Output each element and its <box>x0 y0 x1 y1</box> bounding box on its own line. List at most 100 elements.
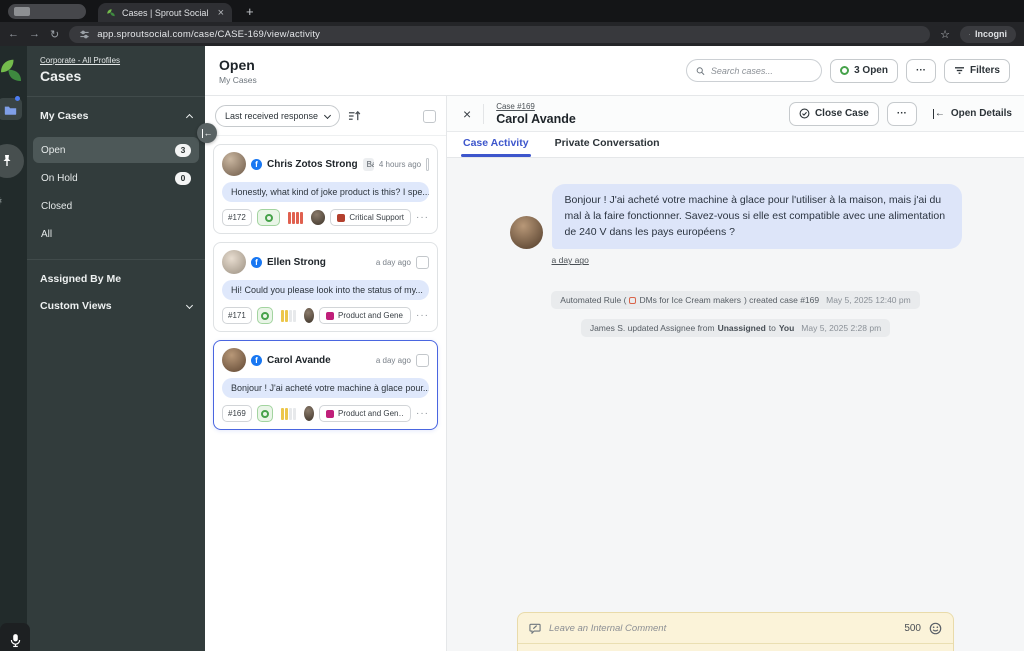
case-detail-panel: × Case #169 Carol Avande Close Case ··· … <box>447 96 1024 651</box>
search-icon <box>696 66 705 75</box>
sprout-logo-icon[interactable] <box>0 56 26 86</box>
tab-title: Cases | Sprout Social <box>122 7 209 18</box>
case-detail-header: × Case #169 Carol Avande Close Case ··· … <box>447 96 1024 132</box>
section-my-cases[interactable]: My Cases <box>27 97 205 135</box>
emoji-icon[interactable] <box>929 622 942 635</box>
window-controls[interactable] <box>8 4 86 19</box>
card-more-icon[interactable]: ··· <box>416 408 429 419</box>
search-input[interactable] <box>710 65 813 76</box>
section-assigned-by-me[interactable]: Assigned By Me <box>27 260 205 298</box>
settings-gear-icon[interactable]: ⚙ <box>0 194 3 208</box>
assignee-avatar[interactable] <box>310 210 326 225</box>
case-more-button[interactable]: ··· <box>886 101 917 126</box>
internal-comment-input[interactable] <box>549 622 897 634</box>
priority-medium-icon[interactable] <box>278 407 299 420</box>
search-cases-field[interactable] <box>686 59 823 82</box>
folder-nav-icon[interactable] <box>0 96 22 120</box>
sidebar-item-open[interactable]: Open 3 <box>33 137 199 163</box>
new-tab-button[interactable]: + <box>246 4 254 22</box>
site-settings-icon[interactable] <box>79 29 90 40</box>
close-panel-icon[interactable]: × <box>463 106 471 122</box>
select-all-checkbox[interactable] <box>423 109 436 123</box>
reload-icon[interactable]: ↻ <box>50 28 59 41</box>
case-number: #172 <box>222 209 252 226</box>
event-assignee-updated: James S. updated Assignee from Unassigne… <box>580 319 891 338</box>
case-checkbox[interactable] <box>416 255 429 269</box>
card-more-icon[interactable]: ··· <box>416 310 429 321</box>
back-icon[interactable]: ← <box>8 28 19 40</box>
tag-icon <box>326 311 334 320</box>
activity-events: Automated Rule ( DMs for Ice Cream maker… <box>510 291 962 338</box>
open-count-button[interactable]: 3 Open <box>830 58 898 83</box>
customer-avatar <box>509 216 543 250</box>
assignee-avatar[interactable] <box>303 406 314 421</box>
pin-nav-icon[interactable] <box>0 144 24 178</box>
status-open-icon <box>264 213 273 222</box>
conversation-area: Bonjour ! J'ai acheté votre machine à gl… <box>447 158 1024 651</box>
profile-scope-link[interactable]: Corporate - All Profiles <box>40 56 205 65</box>
case-link[interactable]: Case #169 <box>496 102 576 111</box>
case-checkbox[interactable] <box>426 157 429 171</box>
customer-message: Bonjour ! J'ai acheté votre machine à gl… <box>509 184 962 250</box>
filters-button[interactable]: Filters <box>943 58 1010 83</box>
card-more-icon[interactable]: ··· <box>416 212 429 223</box>
item-label: Open <box>41 144 66 156</box>
character-count: 500 <box>904 622 921 634</box>
page-subtitle: My Cases <box>219 74 257 85</box>
forward-icon[interactable]: → <box>29 28 40 40</box>
message-timestamp-link[interactable]: a day ago <box>552 255 962 265</box>
case-card-169-selected[interactable]: f Carol Avande a day ago Bonjour ! J'ai … <box>213 340 438 430</box>
assignee-from: Unassigned <box>717 323 766 334</box>
priority-high-icon[interactable] <box>285 211 306 224</box>
case-checkbox[interactable] <box>416 353 429 367</box>
cases-sidebar: Corporate - All Profiles Cases My Cases … <box>27 46 205 651</box>
tab-close-icon[interactable]: × <box>218 7 224 19</box>
avatar <box>222 250 246 274</box>
more-actions-button[interactable]: ··· <box>905 58 936 83</box>
case-card-171[interactable]: f Ellen Strong a day ago Hi! Could you p… <box>213 242 438 332</box>
close-case-button[interactable]: Close Case <box>788 101 879 126</box>
close-case-label: Close Case <box>814 108 869 119</box>
ellipsis-icon: ··· <box>896 108 907 119</box>
sprout-favicon <box>107 8 115 16</box>
sort-dropdown[interactable]: Last received response <box>215 105 341 127</box>
page-title: Open <box>219 56 255 73</box>
custom-views-label: Custom Views <box>40 300 112 312</box>
section-custom-views[interactable]: Custom Views <box>27 298 205 325</box>
tab-private-conversation[interactable]: Private Conversation <box>555 137 660 157</box>
sidebar-item-all[interactable]: All <box>33 221 199 247</box>
collapse-sidebar-button[interactable]: ← <box>197 123 217 143</box>
tag-product-general[interactable]: Product and Gen… <box>319 405 411 422</box>
open-details-button[interactable]: ← Open Details <box>932 108 1012 119</box>
status-open-pill[interactable] <box>256 307 274 324</box>
browser-tab[interactable]: Cases | Sprout Social × <box>98 3 232 22</box>
screen: Cases | Sprout Social × + ← → ↻ app.spro… <box>0 0 1024 651</box>
case-card-172[interactable]: f Chris Zotos Strong Bad prior… 4 hours … <box>213 144 438 234</box>
sidebar-item-on-hold[interactable]: On Hold 0 <box>33 165 199 191</box>
status-open-pill[interactable] <box>256 405 274 422</box>
avatar <box>222 152 246 176</box>
divider <box>483 103 485 124</box>
event-timestamp: May 5, 2025 2:28 pm <box>801 323 882 334</box>
browser-tabstrip: Cases | Sprout Social × + <box>0 0 1024 22</box>
tag-critical-support[interactable]: Critical Support <box>330 209 411 226</box>
tag-product-general[interactable]: Product and Gene… <box>319 307 411 324</box>
url-text: app.sproutsocial.com/case/CASE-169/view/… <box>97 28 321 40</box>
chevron-up-icon <box>185 113 194 122</box>
detail-tabs: Case Activity Private Conversation <box>447 132 1024 158</box>
message-bubble: Bonjour ! J'ai acheté votre machine à gl… <box>551 184 962 250</box>
sidebar-item-closed[interactable]: Closed <box>33 193 199 219</box>
url-bar[interactable]: app.sproutsocial.com/case/CASE-169/view/… <box>69 25 931 43</box>
sidebar-title: Cases <box>40 68 82 84</box>
collapse-left-icon: ← <box>201 128 213 138</box>
status-open-pill[interactable] <box>256 209 281 226</box>
rule-name: DMs for Ice Cream makers <box>639 295 741 306</box>
assigned-by-me-label: Assigned By Me <box>40 273 122 285</box>
case-author: Ellen Strong <box>267 256 326 268</box>
open-details-label: Open Details <box>950 108 1012 119</box>
tab-case-activity[interactable]: Case Activity <box>461 137 531 157</box>
assignee-avatar[interactable] <box>303 308 314 323</box>
sort-order-icon[interactable] <box>348 110 361 122</box>
bookmark-star-icon[interactable]: ☆ <box>940 28 950 41</box>
priority-medium-icon[interactable] <box>278 309 299 322</box>
